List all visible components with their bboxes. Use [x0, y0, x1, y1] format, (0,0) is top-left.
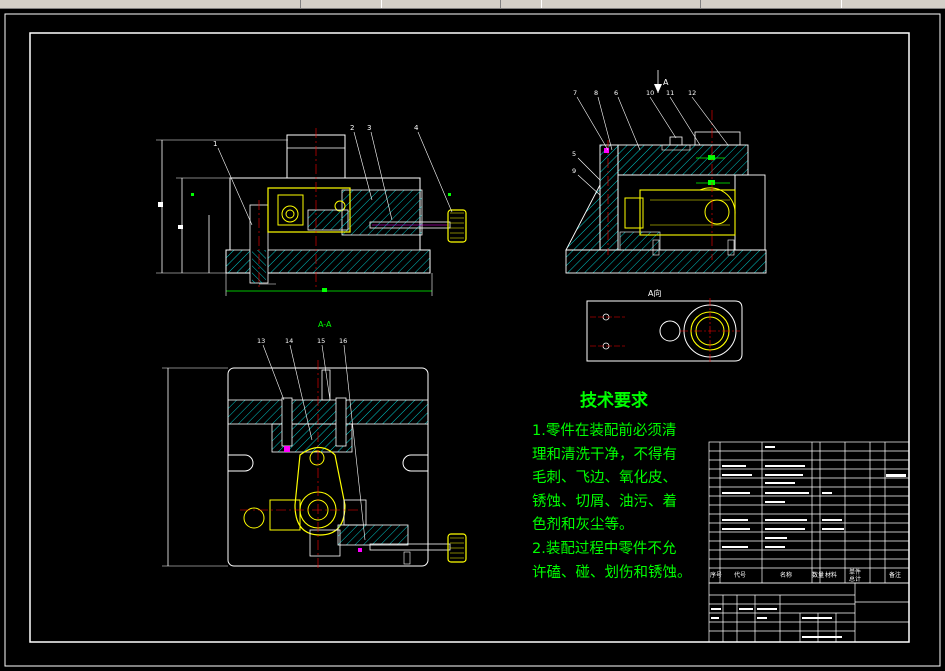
bom-header: 代号 — [734, 571, 746, 579]
balloon-label: 5 — [572, 150, 576, 158]
balloon-label: 4 — [414, 124, 419, 132]
window-top-strip — [0, 0, 945, 9]
balloon-label: 13 — [257, 337, 265, 345]
side-view — [565, 70, 767, 274]
bom-header: 名称 — [780, 571, 792, 579]
toolbar-segment[interactable] — [700, 0, 842, 8]
bom-header-row: 序号 代号 名称 数量 材料 单件 总计 备注 — [710, 568, 901, 583]
tech-requirement-line: 锈蚀、切屑、油污、着 — [532, 493, 677, 510]
balloon-label: 12 — [688, 89, 696, 97]
bom-fill-marks — [722, 446, 906, 548]
bom-header: 总计 — [849, 575, 861, 583]
tech-requirements-text: 1.零件在装配前必须清 理和清洗干净，不得有 毛刺、飞边、氧化皮、 锈蚀、切屑、… — [532, 420, 702, 585]
view-arrow-label: A — [663, 78, 669, 87]
balloon-label: 2 — [350, 124, 354, 132]
balloon-label: 10 — [646, 89, 654, 97]
balloon-label: 3 — [367, 124, 371, 132]
bom-header: 备注 — [889, 571, 901, 579]
tech-requirement-line: 2.装配过程中零件不允 — [532, 540, 677, 557]
bom-header: 材料 — [825, 571, 837, 579]
view-a: A向 — [586, 288, 743, 364]
tech-requirement-line: 许磕、碰、划伤和锈蚀。 — [532, 564, 692, 581]
tech-requirement-line: 1.零件在装配前必须清 — [532, 423, 677, 439]
balloon-label: 1 — [213, 140, 217, 148]
balloon-label: 11 — [666, 89, 674, 97]
section-label: A-A — [318, 320, 332, 329]
tech-requirement-line: 理和清洗干净，不得有 — [532, 446, 677, 463]
section-view-a-a: A-A — [162, 320, 467, 570]
toolbar-segment[interactable] — [500, 0, 542, 8]
tech-requirements-title: 技术要求 — [580, 391, 648, 411]
tech-requirement-line: 色剂和灰尘等。 — [532, 517, 634, 534]
cad-drawing-canvas[interactable]: 1 2 3 4 7 8 6 10 11 12 5 9 A A向 A-A 13 1… — [0, 9, 945, 671]
bom-header: 单件 — [849, 568, 861, 576]
title-block — [708, 582, 910, 643]
balloon-label: 9 — [572, 167, 576, 175]
balloon-label: 14 — [285, 337, 293, 345]
toolbar-segment[interactable] — [300, 0, 382, 8]
front-view — [156, 128, 467, 296]
balloon-label: 6 — [614, 89, 618, 97]
tech-requirement-line: 毛刺、飞边、氧化皮、 — [532, 470, 677, 487]
drawing-frame — [29, 32, 910, 643]
bom-header: 数量 — [812, 571, 824, 579]
title-block-fill-marks — [711, 608, 842, 638]
section-view-balloons: 13 14 15 16 — [257, 337, 347, 345]
balloon-label: 15 — [317, 337, 325, 345]
balloon-label: 16 — [339, 337, 347, 345]
bom-header: 序号 — [710, 571, 722, 579]
bill-of-materials — [708, 441, 910, 584]
balloon-label: 7 — [573, 89, 577, 97]
balloon-label: 8 — [594, 89, 598, 97]
view-a-label: A向 — [648, 288, 661, 298]
